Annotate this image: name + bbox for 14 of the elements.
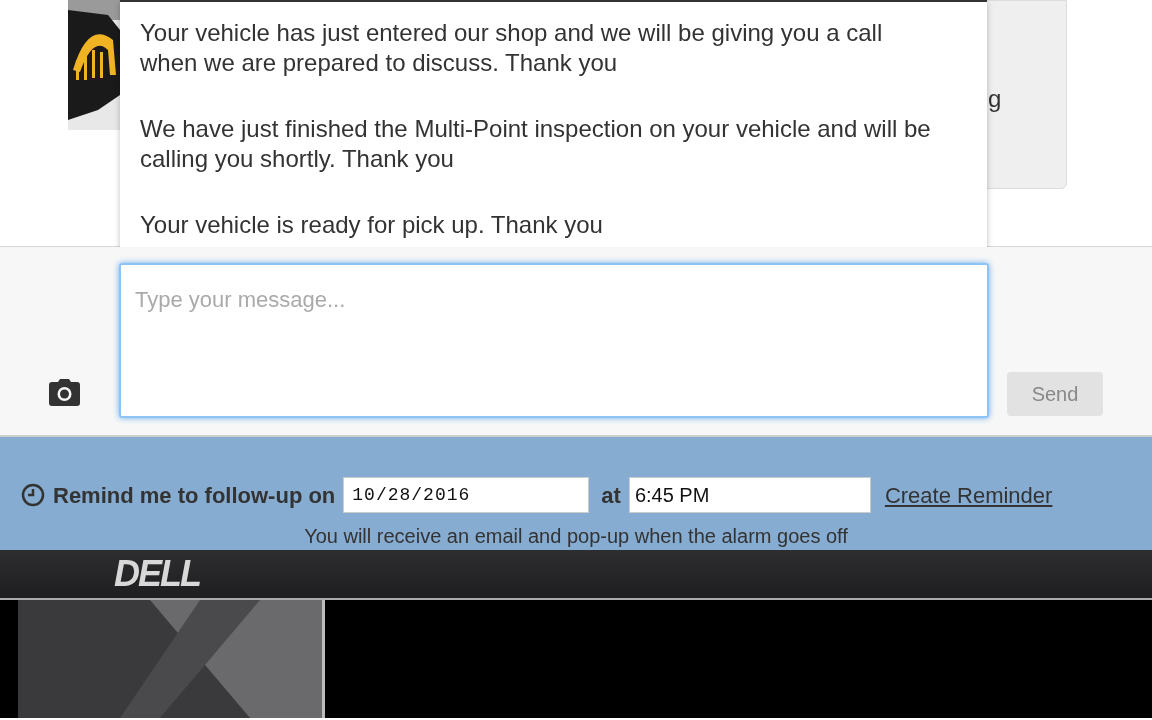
quick-reply-item[interactable]: Your vehicle is ready for pick up. Thank you (140, 210, 940, 240)
time-field[interactable]: 6:45 PM (628, 477, 871, 513)
camera-icon[interactable] (49, 379, 80, 406)
create-reminder-link[interactable]: Create Reminder (884, 478, 1053, 512)
at-label: at (601, 481, 621, 510)
message-text: g (988, 84, 1002, 114)
clock-icon (21, 483, 45, 507)
reminder-note: You will receive an email and pop-up when the alarm goes off (304, 524, 848, 549)
date-field[interactable]: 10/28/2016 (343, 477, 590, 513)
reminder-label: Remind me to follow-up on (53, 481, 336, 510)
message-field[interactable]: Type your message... (119, 263, 989, 418)
logo: DELL (114, 552, 200, 596)
quick-reply-item[interactable]: Your vehicle has just entered our shop and we will be giving you a call when we are prepared to discuss. Thank you (140, 18, 940, 78)
quick-reply-item[interactable]: We have just finished the Multi-Point inspection on your vehicle and will be calling you shortly. Thank you (140, 114, 940, 174)
